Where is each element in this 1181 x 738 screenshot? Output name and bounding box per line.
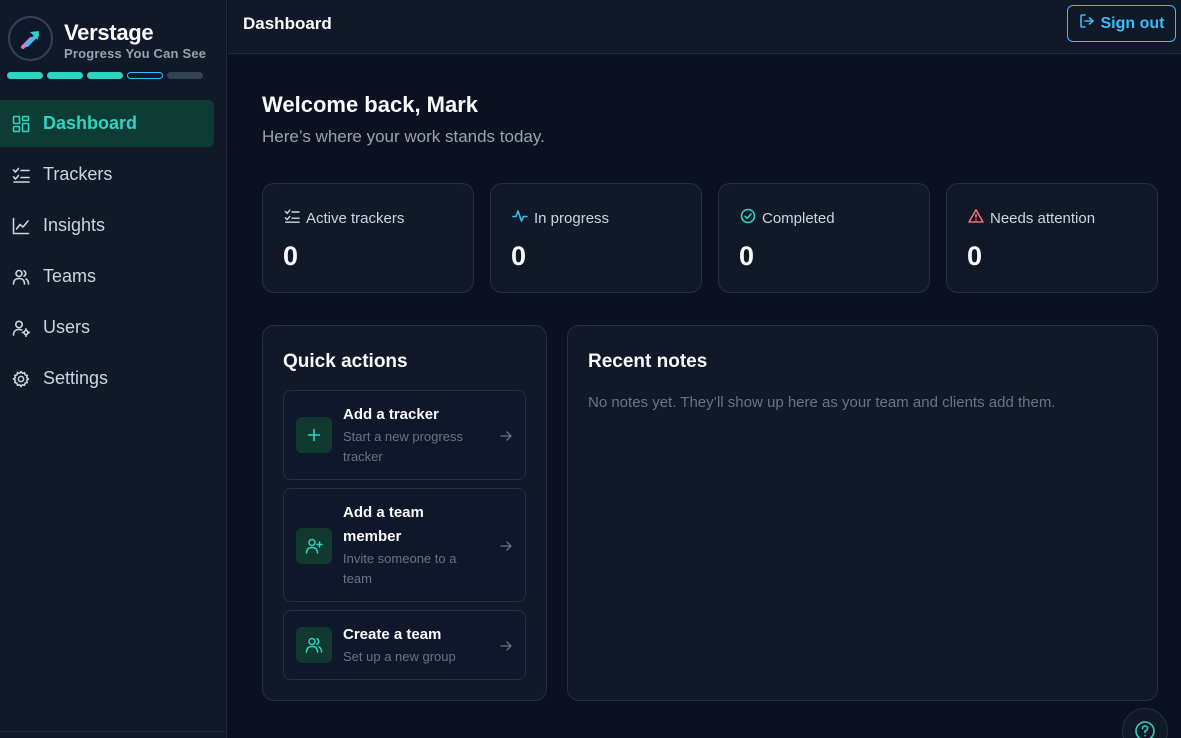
stat-card-completed: Completed 0 bbox=[718, 183, 930, 293]
check-circle-icon bbox=[740, 208, 756, 228]
stat-value: 0 bbox=[967, 241, 983, 271]
sidebar-item-label: Trackers bbox=[43, 164, 113, 184]
topbar: Dashboard Sign out bbox=[228, 0, 1181, 54]
user-plus-icon bbox=[296, 528, 332, 564]
brand-progress bbox=[7, 72, 203, 79]
sidebar: Verstage Progress You Can See Dashboard bbox=[0, 0, 227, 738]
sidebar-item-label: Insights bbox=[43, 215, 106, 235]
progress-segment-empty bbox=[167, 72, 203, 79]
list-check-icon bbox=[284, 208, 300, 228]
quick-actions-title: Quick actions bbox=[283, 351, 408, 372]
stat-label: Needs attention bbox=[990, 209, 1096, 227]
brand-name: Verstage bbox=[64, 20, 154, 45]
create-team-action[interactable]: Create a team Set up a new group bbox=[283, 610, 526, 680]
question-circle-icon bbox=[1134, 720, 1156, 738]
gear-icon bbox=[11, 369, 31, 389]
action-desc: Start a new progress tracker bbox=[343, 429, 463, 464]
brand-tagline: Progress You Can See bbox=[64, 46, 207, 61]
sidebar-item-settings[interactable]: Settings bbox=[0, 355, 214, 402]
arrow-right-icon bbox=[499, 539, 513, 553]
action-title: Add a tracker bbox=[343, 406, 439, 423]
plus-icon bbox=[296, 417, 332, 453]
users-icon bbox=[11, 267, 31, 287]
stat-card-needs-attention: Needs attention 0 bbox=[946, 183, 1158, 293]
sidebar-item-label: Users bbox=[43, 317, 91, 337]
sign-out-icon bbox=[1079, 13, 1095, 34]
page-title: Dashboard bbox=[243, 14, 332, 33]
activity-icon bbox=[512, 208, 528, 228]
logo bbox=[8, 16, 53, 61]
sidebar-item-dashboard[interactable]: Dashboard bbox=[0, 100, 214, 147]
sidebar-item-trackers[interactable]: Trackers bbox=[0, 151, 214, 198]
sign-out-button[interactable]: Sign out bbox=[1067, 5, 1176, 42]
grid-icon bbox=[11, 114, 31, 134]
stat-value: 0 bbox=[283, 241, 299, 271]
warning-icon bbox=[968, 208, 984, 228]
progress-segment-current bbox=[127, 72, 163, 79]
sidebar-divider bbox=[0, 731, 227, 732]
add-tracker-action[interactable]: Add a tracker Start a new progress track… bbox=[283, 390, 526, 480]
sidebar-item-teams[interactable]: Teams bbox=[0, 253, 214, 300]
action-title: Add a team member bbox=[343, 504, 424, 545]
sidebar-item-users[interactable]: Users bbox=[0, 304, 214, 351]
line-chart-icon bbox=[11, 216, 31, 236]
welcome-heading: Welcome back, Mark bbox=[262, 92, 479, 117]
action-title: Create a team bbox=[343, 626, 442, 643]
quick-actions-panel: Quick actions Add a tracker Start a new … bbox=[262, 325, 547, 701]
progress-segment bbox=[47, 72, 83, 79]
sidebar-item-label: Settings bbox=[43, 368, 109, 388]
sidebar-item-label: Dashboard bbox=[43, 113, 138, 133]
sidebar-item-insights[interactable]: Insights bbox=[0, 202, 214, 249]
list-check-icon bbox=[11, 165, 31, 185]
stat-card-in-progress: In progress 0 bbox=[490, 183, 702, 293]
sidebar-nav: Dashboard Trackers Insights Teams Users … bbox=[0, 100, 227, 406]
action-desc: Invite someone to a team bbox=[343, 551, 457, 586]
users-icon bbox=[296, 627, 332, 663]
user-cog-icon bbox=[11, 318, 31, 338]
stat-value: 0 bbox=[511, 241, 527, 271]
add-team-member-action[interactable]: Add a team member Invite someone to a te… bbox=[283, 488, 526, 602]
progress-segment bbox=[87, 72, 123, 79]
action-desc: Set up a new group bbox=[343, 649, 456, 664]
logo-arrow-icon bbox=[20, 30, 39, 49]
arrow-right-icon bbox=[499, 429, 513, 443]
progress-segment bbox=[7, 72, 43, 79]
welcome-subtitle: Here’s where your work stands today. bbox=[262, 127, 545, 146]
help-button[interactable] bbox=[1122, 708, 1168, 738]
sign-out-label: Sign out bbox=[1100, 14, 1165, 32]
stat-card-active-trackers: Active trackers 0 bbox=[262, 183, 474, 293]
sidebar-item-label: Teams bbox=[43, 266, 97, 286]
stat-label: In progress bbox=[534, 209, 610, 227]
arrow-right-icon bbox=[499, 639, 513, 653]
stat-value: 0 bbox=[739, 241, 755, 271]
recent-notes-title: Recent notes bbox=[588, 351, 708, 372]
recent-notes-empty-message: No notes yet. They’ll show up here as yo… bbox=[588, 394, 1056, 411]
recent-notes-panel: Recent notes No notes yet. They’ll show … bbox=[567, 325, 1158, 701]
stat-label: Active trackers bbox=[306, 209, 405, 227]
stat-label: Completed bbox=[762, 209, 835, 227]
